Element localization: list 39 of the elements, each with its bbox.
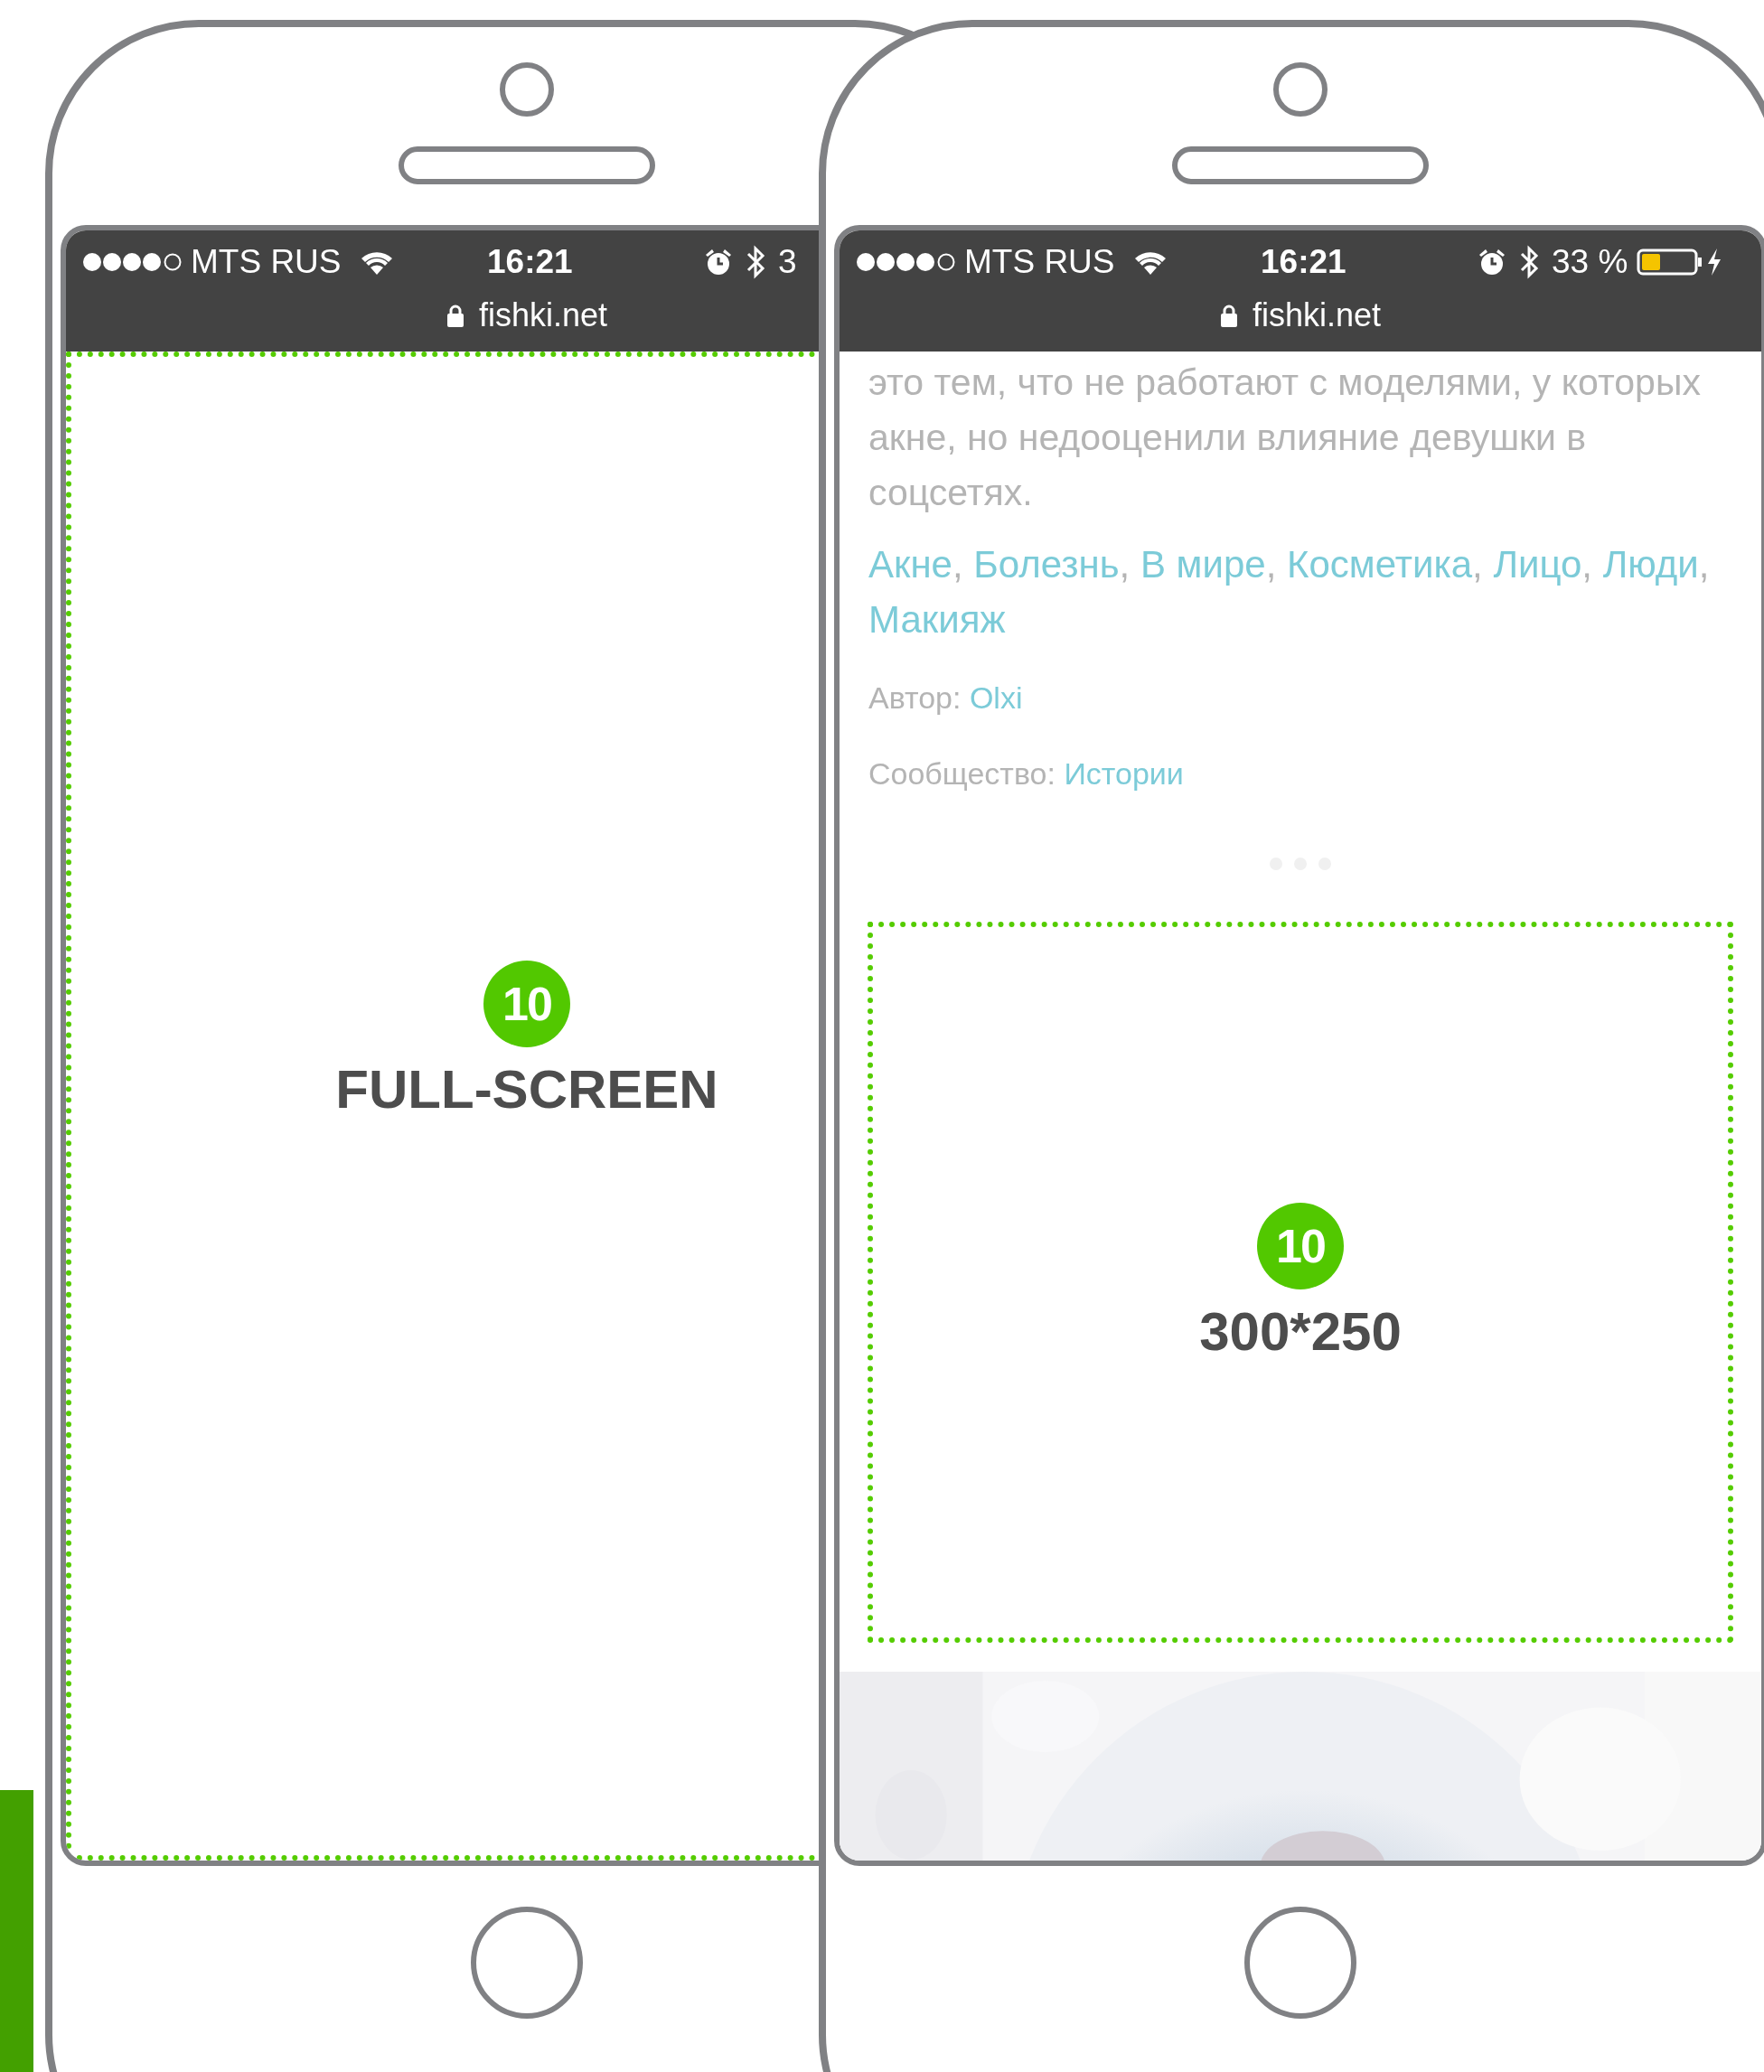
ad-size-label: 300*250: [1199, 1299, 1402, 1363]
tag-link[interactable]: Лицо: [1493, 543, 1582, 586]
lock-icon: [1219, 304, 1238, 327]
address-url[interactable]: fishki.net: [1252, 296, 1382, 334]
clock-time: 16:21: [487, 243, 574, 281]
clock-time: 16:21: [1261, 243, 1347, 281]
community-line: Сообщество: Истории: [868, 755, 1185, 792]
tag-link[interactable]: Болезнь: [973, 543, 1120, 586]
number-badge: 10: [483, 960, 570, 1047]
address-url[interactable]: fishki.net: [478, 296, 608, 334]
charging-bolt-icon: [1707, 248, 1722, 276]
alarm-clock-icon: [1478, 248, 1506, 277]
ad-size-label: FULL-SCREEN: [335, 1057, 718, 1120]
carrier-name: MTS RUS: [191, 243, 342, 281]
battery-percent: 33 %: [1552, 243, 1628, 281]
bluetooth-icon: [1519, 244, 1539, 280]
camera-lens: [500, 62, 554, 117]
battery-percent: 3: [778, 243, 797, 281]
battery-icon: [1637, 248, 1704, 276]
signal-icon: [856, 252, 957, 272]
bluetooth-icon: [746, 244, 765, 280]
signal-icon: [82, 252, 183, 272]
carrier-name: MTS RUS: [964, 243, 1115, 281]
tag-link[interactable]: Косметика: [1287, 543, 1473, 586]
home-button[interactable]: [1244, 1907, 1356, 2019]
author-link[interactable]: Olxi: [969, 680, 1023, 715]
author-line: Автор: Olxi: [868, 680, 1024, 716]
alarm-clock-icon: [704, 248, 733, 277]
tag-link[interactable]: Макияж: [868, 598, 1006, 641]
number-badge: 10: [1257, 1202, 1344, 1289]
lock-icon: [446, 304, 464, 327]
community-link[interactable]: Истории: [1064, 756, 1184, 791]
tag-link[interactable]: В мире: [1140, 543, 1266, 586]
tag-link[interactable]: Люди: [1602, 543, 1699, 586]
home-button[interactable]: [471, 1907, 583, 2019]
camera-lens: [1273, 62, 1328, 117]
article-text: это тем, что не работают с моделями, у которых акне, но недооценили влияние девушки в соцсетях.: [868, 361, 1702, 515]
tag-list: Акне, Болезнь, В мире, Косметика, Лицо, Люди, Макияж: [868, 537, 1736, 647]
tag-link[interactable]: Акне: [868, 543, 952, 586]
